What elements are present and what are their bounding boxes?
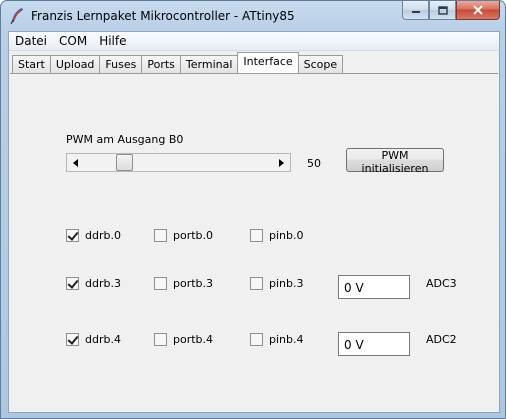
tab-terminal[interactable]: Terminal (179, 55, 239, 73)
checkbox-box[interactable] (250, 333, 263, 346)
checkbox-box[interactable] (154, 229, 167, 242)
checkbox-label: ddrb.3 (85, 277, 121, 290)
tab-upload[interactable]: Upload (49, 55, 101, 73)
pwm-label: PWM am Ausgang B0 (66, 133, 184, 146)
minimize-button[interactable] (402, 1, 429, 20)
tab-interface[interactable]: Interface (237, 52, 299, 73)
checkbox-label: portb.4 (173, 333, 214, 346)
menu-com[interactable]: COM (53, 32, 93, 51)
close-button[interactable] (456, 1, 500, 20)
checkbox-pinb-4[interactable]: pinb.4 (250, 333, 304, 346)
checkbox-label: pinb.0 (269, 229, 304, 242)
adc2-value-field[interactable]: 0 V (338, 332, 410, 356)
checkbox-box[interactable] (66, 333, 79, 346)
checkbox-box[interactable] (66, 229, 79, 242)
slider-thumb[interactable] (116, 154, 133, 171)
tab-fuses[interactable]: Fuses (99, 55, 143, 73)
checkbox-box[interactable] (154, 333, 167, 346)
caption-buttons (402, 1, 500, 21)
menu-hilfe[interactable]: Hilfe (93, 32, 132, 51)
checkbox-portb-0[interactable]: portb.0 (154, 229, 213, 242)
maximize-icon (437, 5, 448, 15)
window-title: Franzis Lernpaket Mikrocontroller - ATti… (31, 9, 295, 23)
adc2-label: ADC2 (426, 333, 457, 346)
checkbox-portb-4[interactable]: portb.4 (154, 333, 213, 346)
checkbox-label: pinb.3 (269, 277, 304, 290)
client-area: Datei COM Hilfe Start Upload Fuses Ports… (8, 31, 500, 413)
interface-panel: PWM am Ausgang B0 50 PWM initialisieren … (10, 73, 498, 412)
feather-pen-icon (10, 8, 23, 25)
checkbox-label: portb.3 (173, 277, 214, 290)
slider-right-button[interactable] (273, 154, 290, 171)
arrow-right-icon (279, 158, 284, 167)
checkbox-portb-3[interactable]: portb.3 (154, 277, 213, 290)
checkbox-ddrb-3[interactable]: ddrb.3 (66, 277, 121, 290)
checkbox-box[interactable] (154, 277, 167, 290)
checkbox-ddrb-0[interactable]: ddrb.0 (66, 229, 121, 242)
checkbox-pinb-0[interactable]: pinb.0 (250, 229, 304, 242)
checkbox-label: ddrb.0 (85, 229, 121, 242)
tab-scope[interactable]: Scope (297, 55, 344, 73)
slider-left-button[interactable] (67, 154, 84, 171)
tab-start[interactable]: Start (12, 55, 51, 73)
checkbox-ddrb-4[interactable]: ddrb.4 (66, 333, 121, 346)
tab-strip: Start Upload Fuses Ports Terminal Interf… (12, 52, 344, 73)
maximize-button[interactable] (429, 1, 456, 20)
close-icon (473, 5, 483, 15)
adc3-value-field[interactable]: 0 V (338, 275, 410, 299)
adc3-label: ADC3 (426, 277, 457, 290)
checkbox-label: portb.0 (173, 229, 214, 242)
checkbox-box[interactable] (250, 277, 263, 290)
tab-ports[interactable]: Ports (141, 55, 181, 73)
checkbox-box[interactable] (250, 229, 263, 242)
title-bar[interactable]: Franzis Lernpaket Mikrocontroller - ATti… (1, 1, 505, 31)
pwm-slider[interactable] (66, 153, 291, 172)
checkbox-pinb-3[interactable]: pinb.3 (250, 277, 304, 290)
pwm-initialize-button[interactable]: PWM initialisieren (346, 148, 444, 175)
menu-bar: Datei COM Hilfe (9, 32, 499, 51)
pwm-value: 50 (307, 157, 321, 170)
arrow-left-icon (73, 158, 78, 167)
menu-datei[interactable]: Datei (9, 32, 53, 51)
checkbox-label: ddrb.4 (85, 333, 121, 346)
checkbox-box[interactable] (66, 277, 79, 290)
application-window: Franzis Lernpaket Mikrocontroller - ATti… (0, 0, 506, 419)
minimize-icon (411, 11, 420, 13)
checkbox-label: pinb.4 (269, 333, 304, 346)
